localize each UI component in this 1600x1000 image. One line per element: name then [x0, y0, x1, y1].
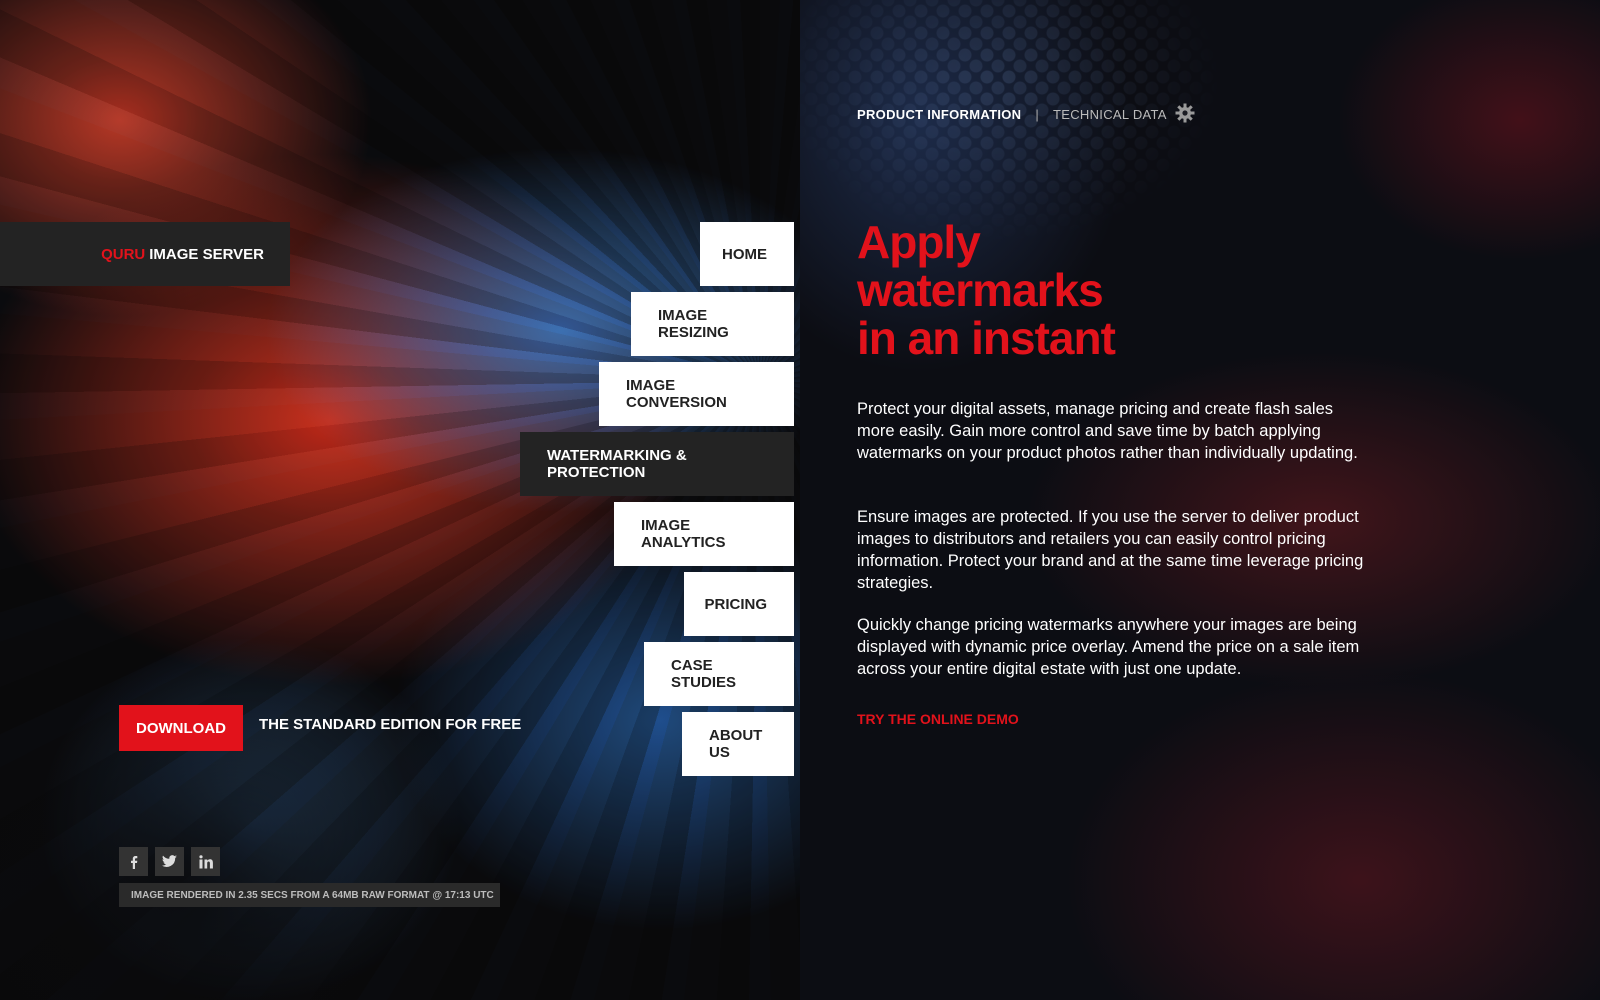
shadow-overlay	[0, 570, 560, 1000]
content-background	[800, 0, 1600, 1000]
nav-item-case-studies[interactable]: CASE STUDIES	[644, 642, 794, 706]
site-logo[interactable]: QURU IMAGE SERVER	[0, 222, 290, 286]
nav-item-image-resizing[interactable]: IMAGE RESIZING	[631, 292, 794, 356]
product-information-link[interactable]: PRODUCT INFORMATION	[857, 107, 1021, 122]
nav-item-home[interactable]: HOME	[700, 222, 794, 286]
nav-item-label: IMAGE CONVERSION	[626, 377, 727, 411]
gear-icon[interactable]	[1175, 103, 1195, 126]
download-button-label: DOWNLOAD	[136, 719, 226, 737]
nav-item-image-analytics[interactable]: IMAGE ANALYTICS	[614, 502, 794, 566]
page-title-line: Apply	[857, 216, 981, 268]
nav-item-label: WATERMARKING & PROTECTION	[547, 447, 687, 481]
nav-item-label: ABOUT US	[709, 727, 763, 761]
logo-brand: QURU	[101, 245, 146, 263]
nav-item-label: HOME	[722, 245, 767, 263]
nav-item-watermarking-protection[interactable]: WATERMARKING & PROTECTION	[520, 432, 794, 496]
download-button[interactable]: DOWNLOAD	[119, 705, 243, 751]
try-online-demo-link[interactable]: TRY THE ONLINE DEMO	[857, 711, 1019, 727]
logo-name: IMAGE SERVER	[149, 245, 264, 263]
nav-item-label: PRICING	[704, 595, 767, 613]
page-title-line: in an instant	[857, 312, 1116, 364]
body-paragraph: Ensure images are protected. If you use …	[857, 508, 1364, 592]
render-info-badge: IMAGE RENDERED IN 2.35 SECS FROM A 64MB …	[119, 883, 500, 907]
body-paragraph: Quickly change pricing watermarks anywhe…	[857, 616, 1360, 678]
top-links: PRODUCT INFORMATION | TECHNICAL DATA	[857, 103, 1195, 126]
nav-item-label: IMAGE RESIZING	[658, 307, 729, 341]
page-title-line: watermarks	[857, 264, 1104, 316]
page-title: Apply watermarks in an instant	[857, 218, 1277, 362]
technical-data-link[interactable]: TECHNICAL DATA	[1053, 107, 1167, 122]
nav-item-about-us[interactable]: ABOUT US	[682, 712, 794, 776]
facebook-icon[interactable]	[119, 847, 148, 876]
nav-item-label: CASE STUDIES	[671, 657, 737, 691]
body-paragraph: Protect your digital assets, manage pric…	[857, 400, 1358, 462]
top-links-separator: |	[1035, 107, 1040, 122]
download-tagline: THE STANDARD EDITION FOR FREE	[259, 716, 522, 733]
nav-item-label: IMAGE ANALYTICS	[641, 517, 726, 551]
nav-item-image-conversion[interactable]: IMAGE CONVERSION	[599, 362, 794, 426]
linkedin-icon[interactable]	[191, 847, 220, 876]
nav-item-pricing[interactable]: PRICING	[684, 572, 794, 636]
twitter-icon[interactable]	[155, 847, 184, 876]
